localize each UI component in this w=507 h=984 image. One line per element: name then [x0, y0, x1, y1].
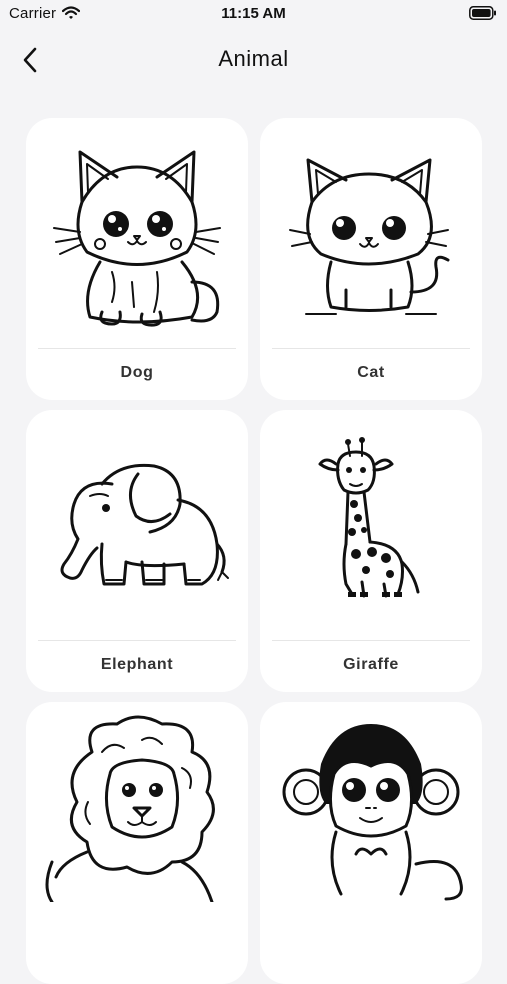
- card-divider: [38, 640, 236, 641]
- cat-like-dog-illustration: [26, 118, 248, 346]
- monkey-illustration: [260, 702, 482, 942]
- status-time: 11:15 AM: [221, 5, 286, 22]
- giraffe-illustration: [260, 410, 482, 638]
- status-bar: Carrier 11:15 AM: [0, 0, 507, 30]
- animal-grid: Dog Cat Elephant Giraffe: [26, 118, 482, 984]
- animal-card-monkey[interactable]: [260, 702, 482, 984]
- card-divider: [38, 348, 236, 349]
- cat-illustration: [260, 118, 482, 346]
- animal-card-lion[interactable]: [26, 702, 248, 984]
- animal-card-label: Dog: [120, 364, 154, 381]
- animal-card-label: Cat: [357, 364, 385, 381]
- animal-card-elephant[interactable]: Elephant: [26, 410, 248, 692]
- card-divider: [272, 640, 470, 641]
- battery-icon: [469, 6, 496, 20]
- elephant-illustration: [26, 410, 248, 638]
- animal-card-label: Elephant: [100, 656, 174, 673]
- lion-illustration: [26, 702, 248, 940]
- navigation-bar: Animal: [0, 38, 507, 82]
- animal-card-dog[interactable]: Dog: [26, 118, 248, 400]
- animal-card-label: Giraffe: [343, 656, 399, 673]
- card-divider: [272, 348, 470, 349]
- page-title: Animal: [218, 46, 289, 71]
- animal-card-giraffe[interactable]: Giraffe: [260, 410, 482, 692]
- animal-card-cat[interactable]: Cat: [260, 118, 482, 400]
